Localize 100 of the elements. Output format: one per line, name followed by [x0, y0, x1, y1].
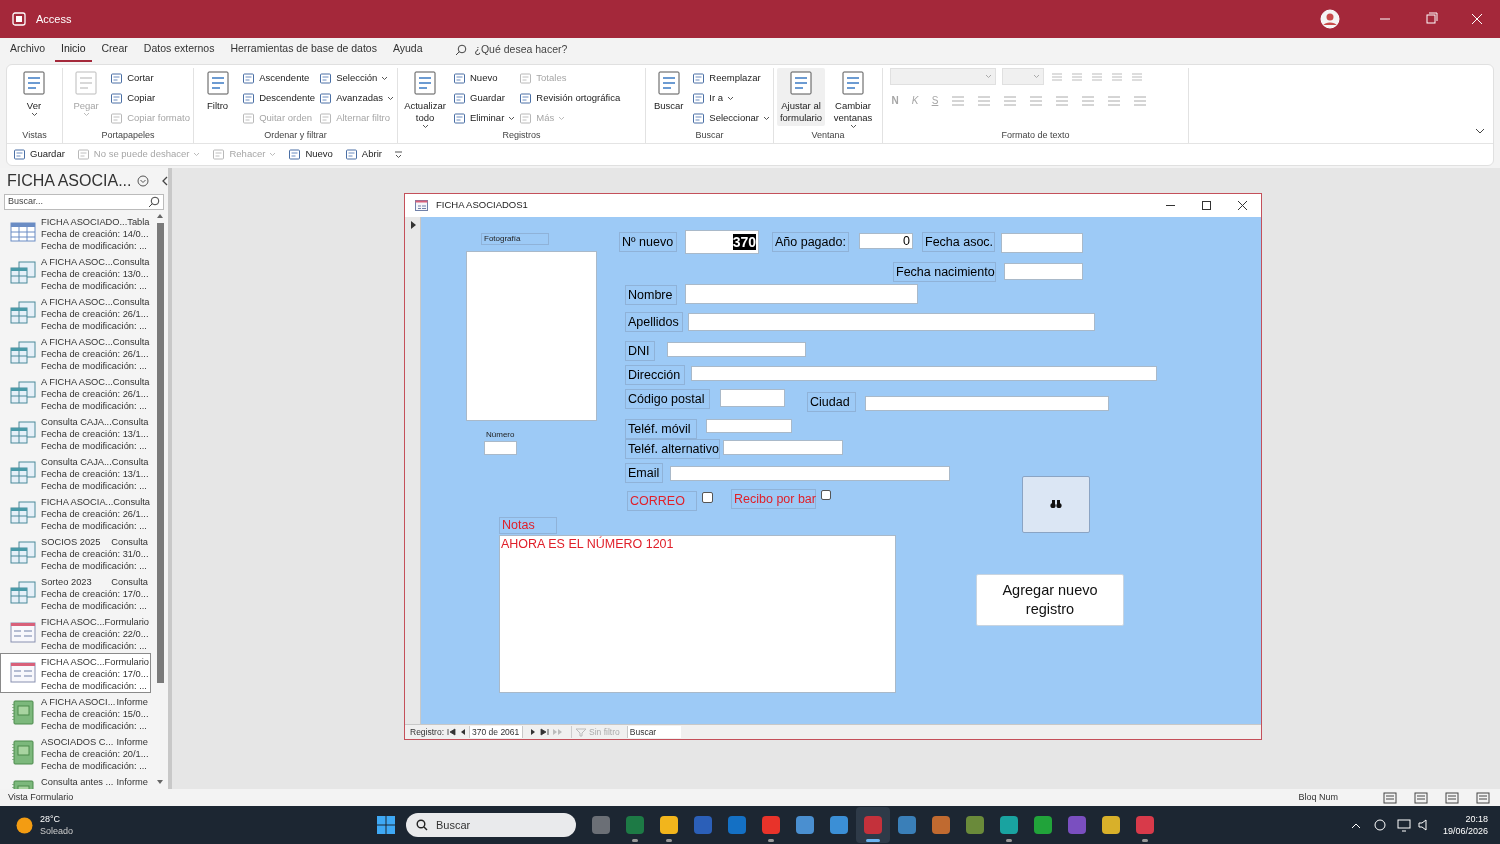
ribbon-button[interactable]: Ajustar al formulario — [777, 68, 825, 126]
input-field[interactable] — [670, 466, 950, 481]
ribbon-button[interactable]: Seleccionar — [692, 108, 770, 128]
input-field[interactable] — [1001, 233, 1083, 253]
clock-time[interactable]: 20:18 — [1465, 813, 1488, 825]
input-field[interactable] — [691, 366, 1157, 381]
caret-icon — [558, 115, 566, 121]
nav-item[interactable]: FICHA ASOC...Formulario Fecha de creación: 17/0... Fecha de modificación: ... — [0, 653, 151, 693]
form-view-icon[interactable] — [1383, 791, 1397, 804]
collapse-ribbon-icon[interactable] — [1475, 128, 1485, 135]
record-position-field[interactable]: 370 de 2061 — [469, 725, 523, 739]
nav-item[interactable]: A FICHA ASOC...Consulta Fecha de creación: 13/0... Fecha de modificación: ... — [0, 253, 151, 293]
nav-item[interactable]: A FICHA ASOCI...Informe Fecha de creación: 15/0... Fecha de modificación: ... — [0, 693, 151, 733]
input-field[interactable] — [1004, 263, 1083, 280]
ribbon-button[interactable]: Nuevo — [453, 68, 516, 88]
menu-tab[interactable]: Crear — [95, 41, 134, 62]
command-icon — [73, 70, 100, 96]
last-record-icon[interactable] — [540, 728, 549, 736]
input-field[interactable] — [865, 396, 1109, 411]
first-record-icon[interactable] — [447, 728, 456, 736]
ribbon-button[interactable]: Ascendente — [242, 68, 316, 88]
toolbar-button[interactable]: Abrir — [344, 147, 382, 162]
menu-tab[interactable]: Inicio — [55, 41, 92, 62]
next-record-icon[interactable] — [530, 728, 537, 736]
ribbon-button[interactable]: Ver — [10, 68, 58, 117]
add-record-button[interactable]: Agregar nuevo registro — [976, 574, 1124, 626]
ribbon-button[interactable]: Guardar — [453, 88, 516, 108]
input-field[interactable] — [685, 284, 918, 304]
nav-item[interactable]: FICHA ASOCIADO...Tabla Fecha de creación: 14/0... Fecha de modificación: ... — [0, 213, 151, 253]
nav-item[interactable]: Sorteo 2023 Consulta Fecha de creación: 17/0... Fecha de modificación: ... — [0, 573, 151, 613]
nav-item[interactable]: ASOCIADOS C... Informe Fecha de creación: 20/1... Fecha de modificación: ... — [0, 733, 151, 773]
item-name: SOCIOS 2025 — [41, 536, 101, 548]
ribbon-button[interactable]: Selección — [319, 68, 394, 88]
ribbon-button[interactable]: Ir a — [692, 88, 770, 108]
input-field[interactable] — [720, 389, 785, 407]
input-field[interactable]: 370 — [685, 230, 759, 254]
ribbon-button[interactable]: Buscar — [649, 68, 689, 112]
windows-start-icon[interactable] — [376, 815, 396, 835]
nav-item[interactable]: A FICHA ASOC...Consulta Fecha de creación: 26/1... Fecha de modificación: ... — [0, 293, 151, 333]
menu-tab[interactable]: Datos externos — [137, 41, 221, 62]
ribbon-button[interactable]: Filtro — [197, 68, 239, 112]
ribbon-button[interactable]: Cambiar ventanas — [829, 68, 877, 129]
nav-item[interactable]: FICHA ASOC...Formulario Fecha de creación: 22/0... Fecha de modificación: ... — [0, 613, 151, 653]
form-icon — [9, 659, 37, 685]
nav-item[interactable]: FICHA ASOCIA...Consulta Fecha de creación: 26/1... Fecha de modificación: ... — [0, 493, 151, 533]
tell-me-field[interactable]: ¿Qué desea hacer? — [474, 42, 568, 58]
ribbon-button[interactable]: Avanzadas — [319, 88, 394, 108]
input-field[interactable]: 0 — [859, 233, 913, 249]
design-view-icon[interactable] — [1476, 791, 1490, 804]
search-icon[interactable] — [148, 196, 160, 208]
nav-item[interactable]: Consulta CAJA...Consulta Fecha de creación: 13/1... Fecha de modificación: ... — [0, 453, 151, 493]
scroll-down-icon[interactable] — [156, 779, 164, 785]
menu-tab[interactable]: Archivo — [4, 41, 51, 62]
layout-view-icon[interactable] — [1445, 791, 1459, 804]
collapse-pane-icon[interactable] — [161, 176, 170, 186]
scroll-up-icon[interactable] — [156, 213, 164, 219]
field-label: Año pagado: — [772, 232, 849, 252]
datasheet-view-icon[interactable] — [1414, 791, 1428, 804]
notes-field[interactable]: AHORA ES EL NÚMERO 1201 — [499, 535, 896, 693]
previous-record-icon[interactable] — [459, 728, 466, 736]
nav-item[interactable]: A FICHA ASOC...Consulta Fecha de creación: 26/1... Fecha de modificación: ... — [0, 333, 151, 373]
sun-icon[interactable] — [16, 816, 33, 834]
menu-tab[interactable]: Herramientas de base de datos — [224, 41, 383, 62]
scrollbar-thumb[interactable] — [156, 223, 164, 683]
taskbar-app-button[interactable] — [856, 807, 890, 843]
ribbon-button[interactable]: Reemplazar — [692, 68, 770, 88]
toolbar-button[interactable]: Nuevo — [288, 147, 333, 162]
input-field[interactable] — [723, 440, 843, 455]
checkbox[interactable] — [821, 490, 831, 500]
ribbon-button[interactable]: Copiar — [110, 88, 190, 108]
item-modified: Fecha de modificación: ... — [41, 680, 148, 692]
checkbox[interactable] — [702, 492, 713, 503]
nav-item[interactable]: A FICHA ASOC...Consulta Fecha de creación: 26/1... Fecha de modificación: ... — [0, 373, 151, 413]
search-record-button[interactable] — [1022, 476, 1090, 533]
search-field[interactable]: Buscar — [406, 813, 576, 837]
show-hidden-icons-icon[interactable] — [1350, 821, 1361, 829]
input-field[interactable] — [688, 313, 1095, 331]
ribbon-button[interactable]: Descendente — [242, 88, 316, 108]
avatar-icon[interactable] — [1320, 9, 1340, 29]
search-field[interactable]: Buscar... — [4, 194, 164, 210]
item-created: Fecha de creación: 26/1... — [41, 508, 148, 520]
search-icon[interactable] — [454, 44, 467, 57]
toolbar-button[interactable]: Guardar — [13, 147, 65, 162]
ribbon-button[interactable]: Actualizar todo — [401, 68, 449, 129]
photo-frame[interactable] — [466, 251, 597, 421]
input-field[interactable] — [706, 419, 792, 433]
ribbon-button[interactable]: Revisión ortográfica — [519, 88, 621, 108]
caret-icon — [508, 115, 516, 121]
customize-toolbar-icon[interactable] — [393, 150, 403, 159]
menu-tab[interactable]: Ayuda — [386, 41, 429, 62]
dropdown-icon[interactable] — [137, 175, 150, 187]
input-field[interactable] — [667, 342, 806, 357]
clock-date[interactable]: 19/06/2026 — [1442, 825, 1488, 837]
item-name: Consulta antes ... — [41, 776, 114, 788]
input-field[interactable] — [484, 441, 517, 455]
search-field[interactable]: Buscar — [626, 725, 681, 739]
ribbon-button[interactable]: Eliminar — [453, 108, 516, 128]
nav-item[interactable]: Consulta CAJA...Consulta Fecha de creación: 13/1... Fecha de modificación: ... — [0, 413, 151, 453]
ribbon-button[interactable]: Cortar — [110, 68, 190, 88]
nav-item[interactable]: SOCIOS 2025 Consulta Fecha de creación: 31/0... Fecha de modificación: ... — [0, 533, 151, 573]
